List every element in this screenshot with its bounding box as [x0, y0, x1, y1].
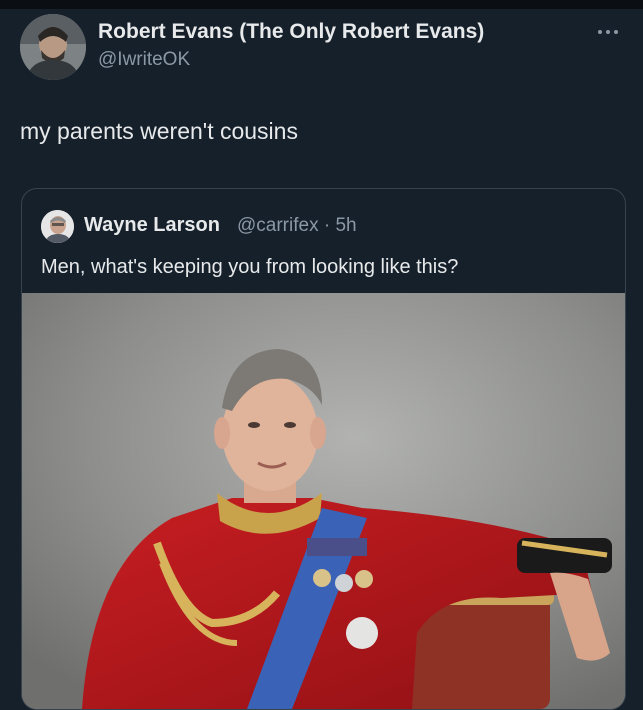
status-strip — [0, 0, 643, 9]
quote-author-avatar[interactable] — [41, 210, 74, 243]
quote-author-name[interactable]: Wayne Larson — [84, 214, 220, 237]
author-name[interactable]: Robert Evans (The Only Robert Evans) — [98, 20, 484, 44]
quote-text: Men, what's keeping you from looking lik… — [41, 256, 459, 278]
author-avatar-image — [20, 14, 86, 80]
quote-author-avatar-image — [41, 210, 74, 243]
tweet-text: my parents weren't cousins — [20, 118, 298, 144]
portrait-photo — [22, 293, 625, 709]
author-avatar[interactable] — [20, 14, 86, 80]
quote-tweet-card[interactable]: Wayne Larson @carrifex · 5h Men, what's … — [21, 188, 626, 710]
quote-author-meta[interactable]: @carrifex · 5h — [237, 215, 357, 237]
quote-image[interactable] — [22, 293, 625, 709]
tweet-header: Robert Evans (The Only Robert Evans) @Iw… — [20, 14, 630, 84]
author-handle[interactable]: @IwriteOK — [98, 49, 190, 71]
more-horizontal-icon[interactable] — [592, 22, 624, 42]
